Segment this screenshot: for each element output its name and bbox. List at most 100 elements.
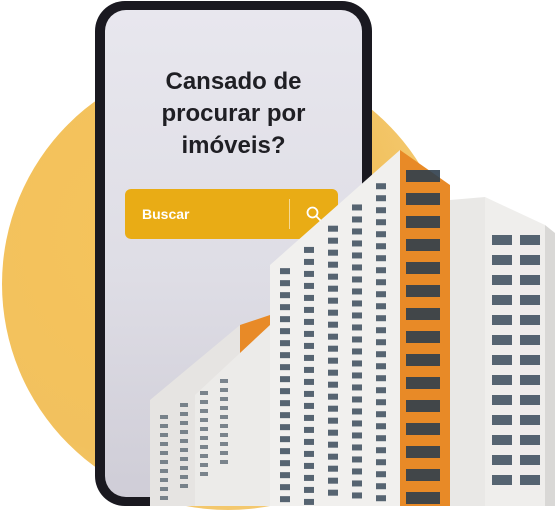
building-window — [376, 471, 386, 478]
building-window — [352, 276, 362, 283]
building-window — [328, 453, 338, 460]
building-window — [304, 306, 314, 313]
building-window — [376, 435, 386, 442]
building-window — [328, 273, 338, 280]
building-window — [352, 408, 362, 415]
building-window — [280, 400, 290, 407]
building-window — [280, 364, 290, 371]
building-window — [352, 324, 362, 331]
building-window — [406, 216, 440, 228]
building-window — [352, 468, 362, 475]
building-window — [200, 454, 208, 458]
building-window — [200, 436, 208, 440]
building-window — [304, 462, 314, 469]
building-window — [520, 435, 540, 445]
building-window — [220, 388, 228, 392]
building-window — [352, 228, 362, 235]
building-window — [304, 402, 314, 409]
building-window — [492, 375, 512, 385]
building-window — [280, 376, 290, 383]
building-window — [406, 377, 440, 389]
building-window — [492, 395, 512, 405]
building-window — [352, 456, 362, 463]
building-window — [280, 412, 290, 419]
building-window — [376, 291, 386, 298]
building-window — [180, 457, 188, 461]
building-window — [406, 308, 440, 320]
building-window — [376, 267, 386, 274]
building-window — [328, 237, 338, 244]
building-window — [328, 309, 338, 316]
building-window — [280, 436, 290, 443]
building-window — [220, 433, 228, 437]
building-window — [376, 387, 386, 394]
building-window — [328, 297, 338, 304]
building-window — [304, 390, 314, 397]
building-window — [280, 328, 290, 335]
building-window — [180, 412, 188, 416]
building-window — [376, 231, 386, 238]
building-window — [200, 463, 208, 467]
building-window — [280, 316, 290, 323]
building-window — [328, 417, 338, 424]
building-window — [220, 397, 228, 401]
building-window — [520, 395, 540, 405]
building-window — [352, 480, 362, 487]
building-window — [492, 295, 512, 305]
building-window — [328, 429, 338, 436]
building-window — [376, 459, 386, 466]
building-window — [220, 442, 228, 446]
building-window — [492, 235, 512, 245]
building-window — [352, 360, 362, 367]
building-window — [520, 455, 540, 465]
building-window — [220, 379, 228, 383]
building-window — [160, 487, 168, 491]
building-window — [520, 315, 540, 325]
building-window — [304, 354, 314, 361]
building-window — [492, 475, 512, 485]
building-window — [328, 441, 338, 448]
building-window — [304, 282, 314, 289]
building-window — [328, 321, 338, 328]
building-window — [492, 275, 512, 285]
building-window — [160, 451, 168, 455]
building-window — [280, 268, 290, 275]
building-window — [352, 240, 362, 247]
building-window — [180, 484, 188, 488]
building-window — [376, 495, 386, 502]
building-window — [200, 445, 208, 449]
building-window — [352, 312, 362, 319]
building-window — [406, 469, 440, 481]
building-window — [520, 475, 540, 485]
building-window — [520, 295, 540, 305]
building-window — [376, 327, 386, 334]
building-window — [328, 393, 338, 400]
building-window — [304, 414, 314, 421]
building-window — [304, 438, 314, 445]
building-window — [328, 333, 338, 340]
building-window — [492, 335, 512, 345]
building-window — [352, 204, 362, 211]
building-window — [328, 345, 338, 352]
building-window — [406, 492, 440, 504]
building-window — [328, 465, 338, 472]
building-window — [328, 261, 338, 268]
building-window — [280, 424, 290, 431]
building-window — [352, 372, 362, 379]
building-window — [304, 450, 314, 457]
building-window — [492, 315, 512, 325]
building-window — [328, 225, 338, 232]
building-window — [304, 246, 314, 253]
building-window — [200, 427, 208, 431]
apartment-building-image — [150, 150, 555, 506]
building-window — [352, 348, 362, 355]
building-window — [280, 448, 290, 455]
building-window — [520, 275, 540, 285]
building-window — [304, 498, 314, 505]
building-window — [280, 460, 290, 467]
building-window — [328, 249, 338, 256]
building-window — [328, 369, 338, 376]
building-window — [180, 421, 188, 425]
building-window — [406, 193, 440, 205]
building-window — [220, 406, 228, 410]
